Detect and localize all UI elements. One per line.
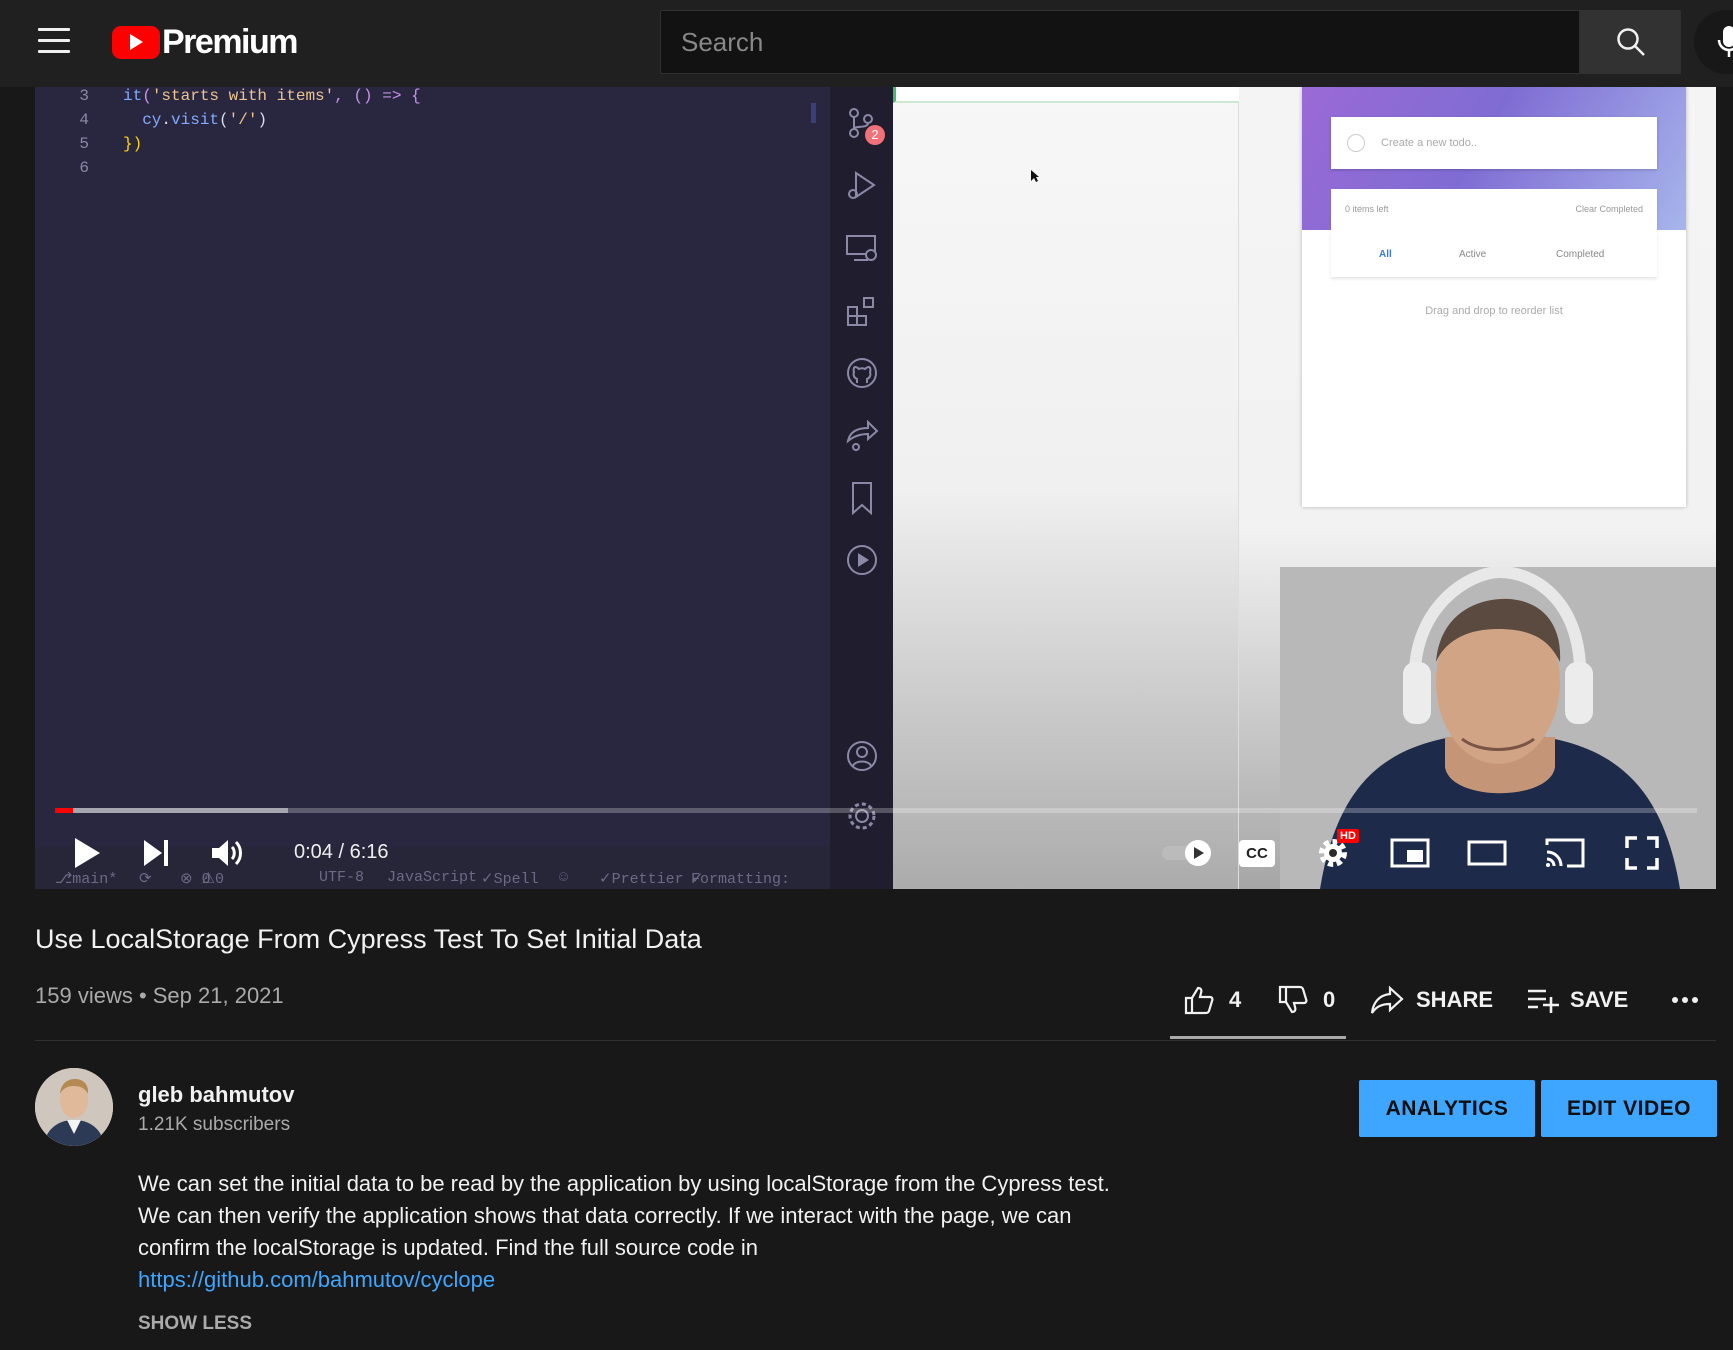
scm-badge: 2 xyxy=(865,125,885,145)
playlist-add-icon xyxy=(1528,989,1559,1013)
search-button[interactable] xyxy=(1580,10,1681,74)
code-line: 3 it('starts with items', () => { xyxy=(35,87,795,111)
hd-badge: HD xyxy=(1337,829,1359,843)
line-number: 3 xyxy=(79,87,89,105)
line-number: 6 xyxy=(79,159,89,177)
github-icon xyxy=(847,358,877,388)
filter-active[interactable]: Active xyxy=(1459,249,1486,260)
todo-app: Create a new todo.. 0 items left Clear C… xyxy=(1302,87,1686,507)
like-count: 4 xyxy=(1229,987,1242,1012)
clear-completed-button[interactable]: Clear Completed xyxy=(1575,204,1643,214)
more-actions-button[interactable] xyxy=(1671,980,1699,1020)
editor-scrollbar xyxy=(811,103,816,123)
video-title: Use LocalStorage From Cypress Test To Se… xyxy=(35,924,702,954)
logo-text: Premium xyxy=(162,22,299,61)
show-less-button[interactable]: SHOW LESS xyxy=(138,1313,252,1335)
save-label: SAVE xyxy=(1570,987,1629,1012)
next-icon xyxy=(144,840,168,866)
play-circle-icon xyxy=(847,545,877,575)
next-button[interactable] xyxy=(134,833,178,873)
youtube-premium-logo[interactable]: Premium xyxy=(112,22,299,62)
like-button[interactable]: 4 xyxy=(1183,980,1241,1020)
youtube-play-logo-icon xyxy=(112,25,160,59)
code-editor-frame: 3 it('starts with items', () => { 4 cy.v… xyxy=(35,87,830,888)
top-bar: Premium xyxy=(0,0,1733,87)
theater-mode-button[interactable] xyxy=(1465,833,1509,873)
cast-button[interactable] xyxy=(1543,833,1587,873)
divider xyxy=(35,1040,1716,1041)
theater-mode-icon xyxy=(1467,840,1507,866)
analytics-button[interactable]: ANALYTICS xyxy=(1359,1080,1535,1137)
voice-search-button[interactable] xyxy=(1694,10,1733,74)
player-controls: 0:04 / 6:16 CC HD xyxy=(35,813,1716,889)
subscriber-count: 1.21K subscribers xyxy=(138,1114,291,1135)
bookmark-icon xyxy=(852,482,872,516)
line-number: 5 xyxy=(79,135,89,153)
microphone-icon xyxy=(1717,26,1733,57)
volume-button[interactable] xyxy=(206,833,250,873)
code-text: cy.visit('/') xyxy=(142,111,268,129)
video-player[interactable]: 3 it('starts with items', () => { 4 cy.v… xyxy=(35,87,1716,889)
share-button[interactable]: SHARE xyxy=(1370,980,1493,1020)
settings-button[interactable]: HD xyxy=(1311,829,1359,873)
run-debug-icon xyxy=(848,171,876,199)
code-text: }) xyxy=(123,135,143,153)
more-horizontal-icon xyxy=(1672,997,1698,1003)
volume-icon xyxy=(212,840,242,866)
code-line: 5 }) xyxy=(35,135,795,159)
miniplayer-icon xyxy=(1390,838,1430,868)
cast-icon xyxy=(1545,838,1585,868)
play-icon xyxy=(75,838,100,868)
autoplay-toggle-icon xyxy=(1162,840,1211,866)
description-text: We can set the initial data to be read b… xyxy=(138,1171,1110,1260)
test-runner-panel xyxy=(893,87,1239,889)
channel-avatar[interactable] xyxy=(35,1068,113,1146)
autoplay-toggle[interactable] xyxy=(1160,833,1216,873)
thumbs-up-icon xyxy=(1184,986,1214,1015)
captions-button[interactable]: CC xyxy=(1235,833,1279,873)
todo-footer: 0 items left Clear Completed xyxy=(1331,189,1657,231)
share-label: SHARE xyxy=(1416,987,1494,1012)
remote-explorer-icon xyxy=(846,235,877,261)
video-description: We can set the initial data to be read b… xyxy=(138,1168,1118,1296)
code-line: 6 xyxy=(35,159,795,183)
command-log-header xyxy=(893,87,1239,103)
search-box xyxy=(660,10,1580,74)
sentiment-bar xyxy=(1170,1036,1346,1039)
drag-hint: Drag and drop to reorder list xyxy=(1425,305,1563,317)
account-icon xyxy=(847,741,877,771)
avatar-image xyxy=(35,1068,113,1146)
channel-name[interactable]: gleb bahmutov xyxy=(138,1082,294,1108)
search-icon xyxy=(1616,28,1645,56)
miniplayer-button[interactable] xyxy=(1388,833,1432,873)
todo-input[interactable]: Create a new todo.. xyxy=(1331,117,1657,169)
cc-icon: CC xyxy=(1239,839,1275,867)
thumbs-down-icon xyxy=(1278,985,1308,1014)
filter-completed[interactable]: Completed xyxy=(1556,249,1604,260)
source-code-link[interactable]: https://github.com/bahmutov/cyclope xyxy=(138,1267,495,1292)
todo-filters: All Active Completed xyxy=(1331,231,1657,277)
items-left: 0 items left xyxy=(1345,204,1389,214)
code-line: 4 cy.visit('/') xyxy=(35,111,795,135)
line-number: 4 xyxy=(79,111,89,129)
dislike-button[interactable]: 0 xyxy=(1277,980,1335,1020)
time-display: 0:04 / 6:16 xyxy=(294,841,389,863)
filter-all[interactable]: All xyxy=(1379,249,1392,260)
activity-bar: 2 xyxy=(830,87,893,889)
save-button[interactable]: SAVE xyxy=(1526,980,1628,1020)
code-text: it('starts with items', () => { xyxy=(123,87,421,105)
search-input[interactable] xyxy=(661,11,1579,73)
play-button[interactable] xyxy=(65,833,109,873)
todo-toggle-circle xyxy=(1347,134,1365,152)
live-share-icon xyxy=(846,419,879,451)
fullscreen-icon xyxy=(1625,836,1659,870)
mouse-cursor-icon xyxy=(1031,170,1039,182)
share-icon xyxy=(1370,985,1404,1014)
edit-video-button[interactable]: EDIT VIDEO xyxy=(1541,1080,1717,1137)
menu-icon[interactable] xyxy=(38,28,70,54)
fullscreen-button[interactable] xyxy=(1620,833,1664,873)
extensions-icon xyxy=(847,297,874,326)
dislike-count: 0 xyxy=(1323,987,1336,1012)
video-meta: 159 views • Sep 21, 2021 xyxy=(35,983,284,1008)
